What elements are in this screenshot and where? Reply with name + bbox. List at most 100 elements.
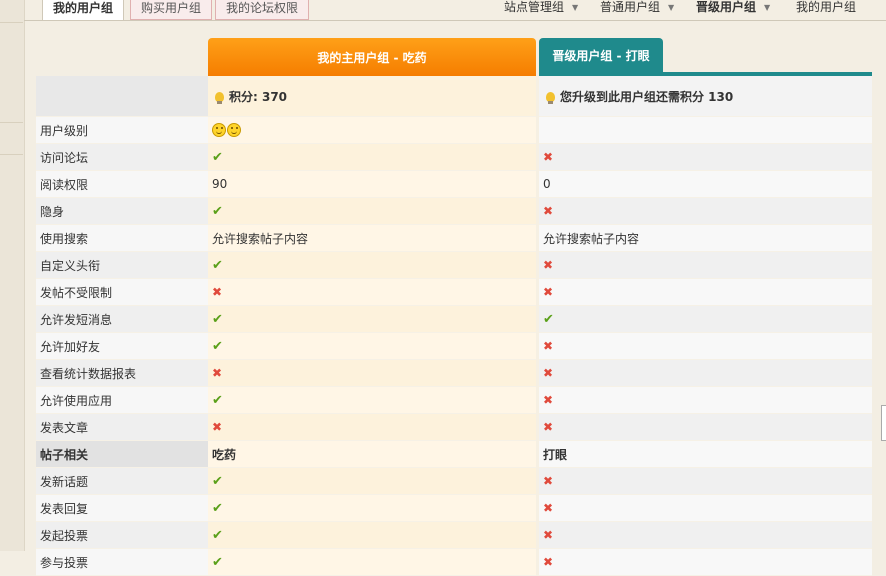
target-group-cell: ✖ xyxy=(539,548,872,576)
points-row: 积分: 370 您升级到此用户组还需积分 130 xyxy=(36,76,872,117)
cross-icon: ✖ xyxy=(543,258,554,272)
target-group-cell: ✖ xyxy=(539,521,872,549)
target-value: 0 xyxy=(543,177,551,191)
nav-label: 我的用户组 xyxy=(796,0,857,14)
cross-icon: ✖ xyxy=(543,150,554,164)
main-group-cell: ✖ xyxy=(208,359,536,387)
target-group-cell: ✔ xyxy=(539,305,872,333)
main-value: 90 xyxy=(212,177,228,191)
table-row: 参与投票 ✔ ✖ xyxy=(36,548,872,576)
tab-my-usergroup[interactable]: 我的用户组 xyxy=(42,0,125,21)
row-label: 发表回复 xyxy=(36,494,208,522)
main-points: 积分: 370 xyxy=(229,89,288,104)
main-group-cell: ✔ xyxy=(208,467,536,495)
nav-site-admin-group[interactable]: 站点管理组 ▼ xyxy=(504,0,578,17)
tab-buy-usergroup[interactable]: 购买用户组 xyxy=(130,0,213,20)
table-row: 允许使用应用 ✔ ✖ xyxy=(36,386,872,414)
nav-my-group[interactable]: 我的用户组 xyxy=(796,0,856,17)
target-group-cell: ✖ xyxy=(539,197,872,225)
permissions-table: 积分: 370 您升级到此用户组还需积分 130 用户级别 访问论坛 ✔ ✖ 阅读权限 9… xyxy=(36,76,872,576)
main-group-cell: ✔ xyxy=(208,143,536,171)
check-icon: ✔ xyxy=(212,392,223,408)
smiley-level-icon xyxy=(212,123,226,138)
table-row: 发新话题 ✔ ✖ xyxy=(36,467,872,495)
nav-label: 站点管理组 xyxy=(504,0,565,14)
nav-label: 普通用户组 xyxy=(600,0,661,14)
target-group-cell: ✖ xyxy=(539,251,872,279)
target-group-cell: ✖ xyxy=(539,143,872,171)
table-row: 发帖不受限制 ✖ ✖ xyxy=(36,278,872,306)
target-points-cell: 您升级到此用户组还需积分 130 xyxy=(539,76,872,117)
table-row: 允许加好友 ✔ ✖ xyxy=(36,332,872,360)
table-row: 阅读权限 90 0 xyxy=(36,170,872,198)
top-tab-bar: 我的用户组 购买用户组 我的论坛权限 站点管理组 ▼ 普通用户组 ▼ 晋级用户组 ▼ … xyxy=(24,0,886,21)
table-row: 隐身 ✔ ✖ xyxy=(36,197,872,225)
cross-icon: ✖ xyxy=(543,339,554,353)
target-group-cell: ✖ xyxy=(539,413,872,441)
target-group-cell: ✖ xyxy=(539,467,872,495)
table-row: 查看统计数据报表 ✖ ✖ xyxy=(36,359,872,387)
row-label: 查看统计数据报表 xyxy=(36,359,208,387)
lightbulb-icon xyxy=(215,92,224,104)
main-group-cell: ✔ xyxy=(208,332,536,360)
table-row: 使用搜索 允许搜索帖子内容 允许搜索帖子内容 xyxy=(36,224,872,252)
target-group-cell xyxy=(539,116,872,144)
dropdown-arrow-icon: ▼ xyxy=(668,2,675,12)
nav-label: 晋级用户组 xyxy=(696,0,757,14)
table-row: 发表文章 ✖ ✖ xyxy=(36,413,872,441)
check-icon: ✔ xyxy=(212,311,223,327)
row-label: 允许加好友 xyxy=(36,332,208,360)
row-label: 访问论坛 xyxy=(36,143,208,171)
main-points-cell: 积分: 370 xyxy=(208,76,536,117)
check-icon: ✔ xyxy=(212,500,223,516)
row-label: 参与投票 xyxy=(36,548,208,576)
smiley-level-icon xyxy=(227,123,241,138)
main-group-cell: ✔ xyxy=(208,386,536,414)
check-icon: ✔ xyxy=(212,554,223,570)
table-row: 访问论坛 ✔ ✖ xyxy=(36,143,872,171)
side-scroll-tab[interactable] xyxy=(881,405,886,441)
dropdown-arrow-icon: ▼ xyxy=(572,2,579,12)
cross-icon: ✖ xyxy=(543,528,554,542)
row-label: 允许使用应用 xyxy=(36,386,208,414)
main-value: 允许搜索帖子内容 xyxy=(212,231,309,246)
row-label: 发表文章 xyxy=(36,413,208,441)
main-value: 吃药 xyxy=(212,447,237,462)
tab-my-forum-permissions[interactable]: 我的论坛权限 xyxy=(215,0,310,20)
nav-promotion-group[interactable]: 晋级用户组 ▼ xyxy=(696,0,770,17)
main-group-cell: 90 xyxy=(208,170,536,198)
cross-icon: ✖ xyxy=(212,366,223,380)
dropdown-arrow-icon: ▼ xyxy=(764,2,771,12)
main-group-cell: 允许搜索帖子内容 xyxy=(208,224,536,252)
target-group-cell: ✖ xyxy=(539,278,872,306)
check-icon: ✔ xyxy=(212,203,223,219)
row-label: 用户级别 xyxy=(36,116,208,144)
cross-icon: ✖ xyxy=(543,285,554,299)
target-group-header[interactable]: 晋级用户组 - 打眼 xyxy=(539,38,663,72)
target-group-cell: ✖ xyxy=(539,386,872,414)
main-group-cell: 吃药 xyxy=(208,440,536,468)
row-label: 发新话题 xyxy=(36,467,208,495)
section-row: 帖子相关 吃药 打眼 xyxy=(36,440,872,468)
points-label-cell xyxy=(36,76,208,117)
row-label: 发帖不受限制 xyxy=(36,278,208,306)
cross-icon: ✖ xyxy=(543,474,554,488)
target-points: 您升级到此用户组还需积分 130 xyxy=(560,89,734,104)
table-row: 自定义头衔 ✔ ✖ xyxy=(36,251,872,279)
cross-icon: ✖ xyxy=(543,393,554,407)
target-value: 允许搜索帖子内容 xyxy=(543,231,640,246)
check-icon: ✔ xyxy=(212,527,223,543)
main-group-cell: ✔ xyxy=(208,521,536,549)
nav-regular-group[interactable]: 普通用户组 ▼ xyxy=(600,0,674,17)
cross-icon: ✖ xyxy=(543,420,554,434)
target-group-cell: ✖ xyxy=(539,359,872,387)
row-label: 使用搜索 xyxy=(36,224,208,252)
table-row: 发表回复 ✔ ✖ xyxy=(36,494,872,522)
cross-icon: ✖ xyxy=(212,420,223,434)
row-label: 发起投票 xyxy=(36,521,208,549)
main-group-cell xyxy=(208,116,536,144)
left-sidebar-strip xyxy=(0,0,25,551)
check-icon: ✔ xyxy=(212,149,223,165)
main-group-cell: ✔ xyxy=(208,305,536,333)
row-label: 隐身 xyxy=(36,197,208,225)
